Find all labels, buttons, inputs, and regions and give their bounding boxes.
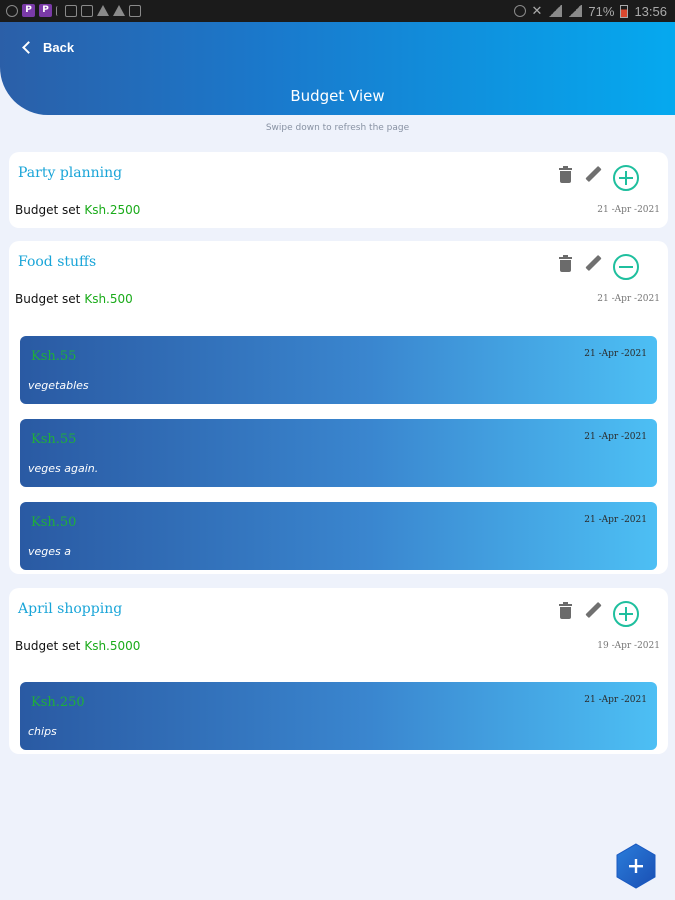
expense-date: 21 -Apr -2021 — [584, 515, 647, 525]
expense-description: veges again. — [28, 462, 99, 475]
budget-amount: Ksh.500 — [84, 292, 133, 306]
sync-icon — [513, 5, 526, 17]
chevron-left-icon — [22, 41, 35, 54]
budget-title[interactable]: April shopping — [18, 601, 122, 617]
expense-item[interactable]: Ksh.55 21 -Apr -2021 veges again. — [20, 419, 657, 487]
edit-icon[interactable] — [584, 254, 602, 273]
wifi-icon — [548, 5, 563, 17]
budget-card[interactable]: Food stuffs Budget set Ksh.500 21 -Apr -2… — [9, 241, 668, 574]
play-icon — [81, 4, 93, 17]
app-header: Back Budget View — [0, 22, 675, 115]
collapse-minus-icon[interactable] — [613, 254, 639, 280]
budget-amount: Ksh.2500 — [84, 203, 141, 217]
budget-date: 19 -Apr -2021 — [597, 641, 660, 651]
message-icon — [129, 4, 141, 17]
expense-date: 21 -Apr -2021 — [584, 432, 647, 442]
battery-icon — [620, 4, 629, 18]
budget-title[interactable]: Food stuffs — [18, 254, 96, 270]
app-p-icon: P — [22, 4, 35, 17]
battery-percent: 71% — [588, 3, 615, 19]
delete-icon[interactable] — [559, 166, 572, 183]
image-icon — [65, 4, 77, 17]
expand-plus-icon[interactable] — [613, 165, 639, 191]
budget-amount: Ksh.5000 — [84, 639, 141, 653]
expense-amount: Ksh.250 — [31, 695, 85, 710]
expense-amount: Ksh.50 — [31, 515, 77, 530]
budget-date: 21 -Apr -2021 — [597, 205, 660, 215]
back-label: Back — [43, 40, 75, 55]
expense-item[interactable]: Ksh.250 21 -Apr -2021 chips — [20, 682, 657, 750]
status-bar: P P ✕ 71% 13:56 — [0, 0, 675, 22]
budget-label: Budget set — [15, 292, 81, 306]
budget-amount-row: Budget set Ksh.2500 — [15, 203, 140, 217]
add-budget-button[interactable] — [612, 842, 660, 890]
warning-icon — [113, 5, 125, 16]
budget-amount-row: Budget set Ksh.500 — [15, 292, 133, 306]
notification-icons: P P — [6, 4, 141, 17]
back-button[interactable]: Back — [22, 40, 75, 55]
app-p-icon: P — [39, 4, 52, 17]
budget-date: 21 -Apr -2021 — [597, 294, 660, 304]
plus-icon — [616, 843, 656, 889]
system-tray: ✕ 71% 13:56 — [513, 3, 667, 19]
expense-description: veges a — [28, 545, 71, 558]
expense-date: 21 -Apr -2021 — [584, 695, 647, 705]
expand-plus-icon[interactable] — [613, 601, 639, 627]
expense-description: chips — [28, 725, 57, 738]
delete-icon[interactable] — [559, 602, 572, 619]
expense-item[interactable]: Ksh.55 21 -Apr -2021 vegetables — [20, 336, 657, 404]
notification-circle-icon — [6, 4, 18, 17]
budget-card[interactable]: Party planning Budget set Ksh.2500 21 -Ap… — [9, 152, 668, 228]
usb-icon — [56, 5, 61, 16]
refresh-hint: Swipe down to refresh the page — [265, 123, 410, 133]
page-title: Budget View — [290, 87, 385, 105]
budget-card[interactable]: April shopping Budget set Ksh.5000 19 -Ap… — [9, 588, 668, 754]
expense-description: vegetables — [28, 379, 89, 392]
delete-icon[interactable] — [559, 255, 572, 272]
budget-title[interactable]: Party planning — [18, 165, 122, 181]
edit-icon[interactable] — [584, 165, 602, 184]
warning-icon — [97, 5, 109, 16]
expense-item[interactable]: Ksh.50 21 -Apr -2021 veges a — [20, 502, 657, 570]
expense-date: 21 -Apr -2021 — [584, 349, 647, 359]
budget-amount-row: Budget set Ksh.5000 — [15, 639, 140, 653]
edit-icon[interactable] — [584, 601, 602, 620]
expense-amount: Ksh.55 — [31, 349, 77, 364]
signal-icon — [568, 5, 583, 17]
expense-amount: Ksh.55 — [31, 432, 77, 447]
clock: 13:56 — [634, 3, 667, 19]
budget-label: Budget set — [15, 639, 81, 653]
budget-label: Budget set — [15, 203, 81, 217]
mute-icon: ✕ — [531, 3, 543, 18]
